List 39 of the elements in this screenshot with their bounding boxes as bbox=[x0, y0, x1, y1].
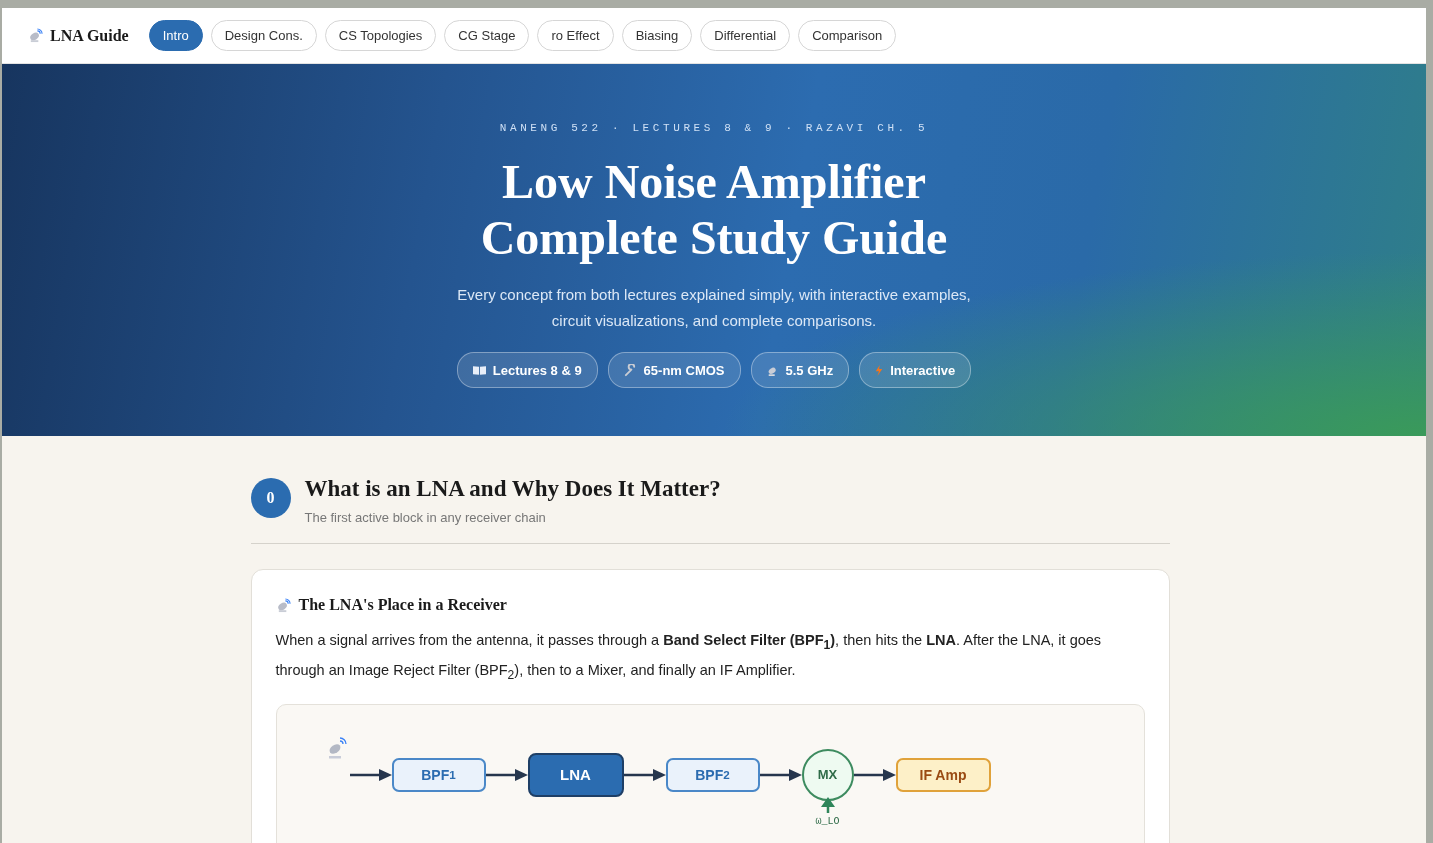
nav-tab[interactable]: CS Topologies bbox=[324, 20, 437, 51]
hero-title: Low Noise Amplifier bbox=[501, 154, 927, 210]
amplifier-block: LNA bbox=[527, 752, 624, 797]
amplifier-block: IF Amp bbox=[895, 757, 991, 792]
nav-tab[interactable]: Intro bbox=[148, 20, 203, 51]
section-title: What is an LNA and Why Does It Matter? bbox=[304, 476, 721, 502]
hero-subtitle: Every concept from both lectures explained simply, with interactive examples, bbox=[456, 285, 972, 305]
course-kicker: NANENG 522 · LECTURES 8 & 9 · RAZAVI CH. 5 bbox=[498, 122, 930, 134]
hero-title: Complete Study Guide bbox=[479, 210, 949, 266]
section-number: 0 bbox=[250, 478, 291, 518]
satellite-dish-icon bbox=[275, 597, 291, 613]
lo-label: ω_LO bbox=[815, 815, 840, 827]
arrow-icon bbox=[853, 767, 896, 782]
card-title: The LNA's Place in a Receiver bbox=[298, 596, 507, 614]
satellite-dish-icon bbox=[28, 28, 43, 43]
nav-tab[interactable]: Comparison bbox=[798, 20, 897, 51]
arrow-icon bbox=[349, 767, 392, 782]
hero-subtitle: circuit visualizations, and complete comparisons. bbox=[550, 311, 878, 331]
arrow-icon bbox=[485, 767, 528, 782]
lightning-icon bbox=[875, 363, 884, 377]
nav-tab[interactable]: CG Stage bbox=[444, 20, 530, 51]
arrow-icon bbox=[623, 767, 666, 782]
badge-label: 65-nm CMOS bbox=[643, 362, 725, 378]
badge-label: 5.5 GHz bbox=[785, 362, 834, 378]
arrow-icon bbox=[820, 796, 835, 813]
badge-label: Interactive bbox=[890, 362, 956, 378]
antenna-icon bbox=[326, 736, 347, 759]
nav-tab[interactable]: Design Cons. bbox=[210, 20, 317, 51]
book-icon bbox=[472, 365, 486, 375]
badge-label: Lectures 8 & 9 bbox=[492, 362, 582, 378]
mixer-node: MX bbox=[801, 748, 854, 801]
section-subtitle: The first active block in any receiver chain bbox=[304, 510, 547, 525]
arrow-icon bbox=[759, 767, 802, 782]
nav-tab[interactable]: Differential bbox=[700, 20, 791, 51]
card-paragraph: When a signal arrives from the antenna, it passes through a Band Select Filter (BPF$_{1}$), then hits the LNA. After the LNA, it goes through an Image Reject Filter (BPF$_{2}$), then to a Mixer, and finally an IF Amplifier. bbox=[275, 631, 1103, 684]
brand-title: LNA Guide bbox=[50, 26, 129, 45]
wrench-icon bbox=[623, 363, 637, 377]
nav-tab[interactable]: Biasing bbox=[621, 20, 693, 51]
nav-tab[interactable]: ro Effect bbox=[537, 20, 614, 51]
